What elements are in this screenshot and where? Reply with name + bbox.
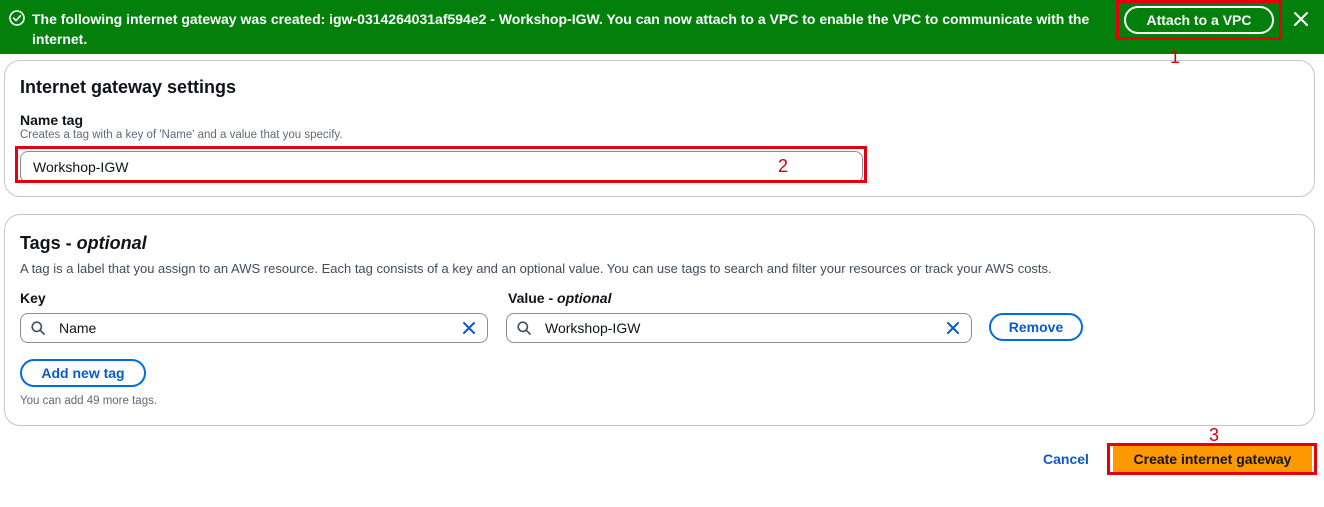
key-column-label: Key xyxy=(20,290,46,306)
tags-description: A tag is a label that you assign to an A… xyxy=(20,261,1052,276)
add-new-tag-button[interactable]: Add new tag xyxy=(20,359,146,387)
name-tag-label: Name tag xyxy=(20,112,84,128)
name-tag-description: Creates a tag with a key of 'Name' and a… xyxy=(20,129,343,141)
tag-key-input[interactable]: Name xyxy=(20,313,488,343)
tags-panel: Tags - optional A tag is a label that yo… xyxy=(4,214,1315,426)
annotation-number-3: 3 xyxy=(1209,425,1220,445)
create-internet-gateway-page: The following internet gateway was creat… xyxy=(0,0,1324,507)
value-label-optional: optional xyxy=(557,290,612,306)
tag-value-input[interactable]: Workshop-IGW xyxy=(506,313,972,343)
annotation-number-2: 2 xyxy=(778,156,789,176)
close-icon[interactable] xyxy=(1290,8,1312,30)
annotation-number-1: 1 xyxy=(1170,47,1181,67)
clear-icon[interactable] xyxy=(462,321,476,335)
value-column-label: Value - optional xyxy=(508,290,611,306)
annotation-box-attach xyxy=(1116,0,1282,40)
cancel-button[interactable]: Cancel xyxy=(1043,451,1089,467)
value-label-text: Value - xyxy=(508,290,558,306)
search-icon xyxy=(517,321,531,335)
tags-title-text: Tags - xyxy=(20,233,77,253)
tag-key-value: Name xyxy=(59,320,97,336)
remove-tag-button[interactable]: Remove xyxy=(989,313,1083,341)
search-icon xyxy=(31,321,45,335)
settings-title: Internet gateway settings xyxy=(20,77,237,97)
annotation-box-name-tag xyxy=(15,146,867,183)
check-circle-icon xyxy=(9,10,25,26)
remaining-tags-note: You can add 49 more tags. xyxy=(20,395,158,407)
tag-value-value: Workshop-IGW xyxy=(545,320,641,336)
clear-icon[interactable] xyxy=(946,321,960,335)
tags-title-optional: optional xyxy=(76,233,147,253)
flash-message: The following internet gateway was creat… xyxy=(32,11,1090,47)
annotation-box-create xyxy=(1107,443,1317,475)
tags-title: Tags - optional xyxy=(20,233,147,254)
